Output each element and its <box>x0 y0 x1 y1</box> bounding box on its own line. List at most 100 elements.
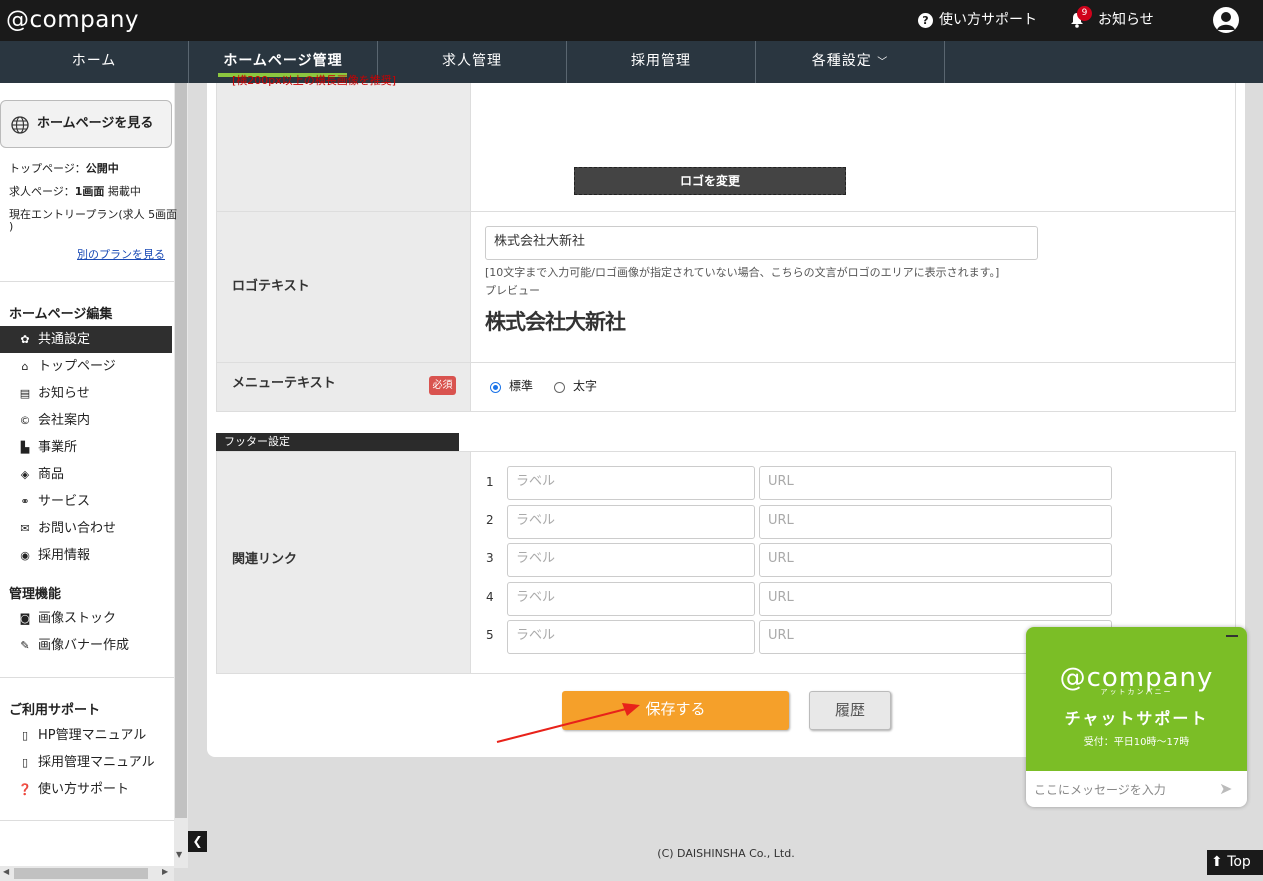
sidebar-item-recruitment[interactable]: ◉ 採用情報 <box>0 542 172 569</box>
scroll-right-arrow-icon[interactable]: ▶ <box>162 867 168 876</box>
sidebar-horizontal-scrollbar-thumb[interactable] <box>14 868 148 879</box>
question-icon: ❓ <box>18 783 32 796</box>
link-label-input-5[interactable]: ラベル <box>507 620 755 654</box>
job-page-status-value: 1画面 <box>74 185 105 198</box>
sidebar-item-services[interactable]: ⚭ サービス <box>0 488 172 515</box>
support-link[interactable]: ? 使い方サポート <box>918 0 1037 41</box>
sidebar-item-company-info[interactable]: © 会社案内 <box>0 407 172 434</box>
view-homepage-label: ホームページを見る <box>37 116 154 131</box>
sidebar-item-news[interactable]: ▤ お知らせ <box>0 380 172 407</box>
globe-icon <box>11 116 29 134</box>
factory-icon: ▙ <box>20 441 30 454</box>
sidebar-item-recruit-manual[interactable]: ▯ 採用管理マニュアル <box>0 749 172 776</box>
notification-count-badge: 9 <box>1077 6 1092 21</box>
copyright-text: (C) DAISHINSHA Co., Ltd. <box>657 847 795 860</box>
tab-settings[interactable]: 各種設定 ﹀ <box>756 41 945 83</box>
chat-widget[interactable]: @company アットカンパニー チャットサポート 受付：平日10時〜17時 … <box>1026 627 1247 807</box>
notifications-link[interactable]: お知らせ <box>1098 0 1154 41</box>
back-to-top-button[interactable]: ⬆ Top <box>1207 850 1263 875</box>
sidebar-item-top-page[interactable]: ⌂ トップページ <box>0 353 172 380</box>
sidebar-item-common-settings[interactable]: ✿ 共通設定 <box>0 326 172 353</box>
chat-message-input[interactable]: ここにメッセージを入力 <box>1034 781 1166 798</box>
current-plan-line1: 現在エントリープラン(求人 5画面 <box>9 208 178 221</box>
change-logo-button[interactable]: ロゴを変更 <box>574 167 846 195</box>
scroll-left-arrow-icon[interactable]: ◀ <box>3 867 9 876</box>
tab-recruitment-management[interactable]: 採用管理 <box>567 41 756 83</box>
link-url-input-2[interactable]: URL <box>759 505 1112 539</box>
sidebar-item-label: サービス <box>38 494 91 509</box>
sidebar-item-label: 画像ストック <box>38 611 117 626</box>
other-plan-link[interactable]: 別のプランを見る <box>77 246 165 262</box>
link-label-input-4[interactable]: ラベル <box>507 582 755 616</box>
sidebar-item-banner-create[interactable]: ✎ 画像バナー作成 <box>0 632 172 659</box>
tab-home[interactable]: ホーム <box>0 41 189 83</box>
cube-icon: ◈ <box>20 468 30 481</box>
top-label: Top <box>1227 854 1251 870</box>
logo-image-note: [横200px以上の横長画像を推奨] <box>232 74 397 86</box>
menu-text-radio-bold[interactable] <box>554 382 565 393</box>
job-page-status-suffix: 掲載中 <box>104 185 141 198</box>
handshake-icon: ⚭ <box>20 495 30 508</box>
logo-text-label: ロゴテキスト <box>216 211 471 363</box>
link-label-input-2[interactable]: ラベル <box>507 505 755 539</box>
sidebar-item-offices[interactable]: ▙ 事業所 <box>0 434 172 461</box>
admin-heading: 管理機能 <box>9 587 62 602</box>
company-logo[interactable]: @company <box>6 4 139 36</box>
home-icon: ⌂ <box>21 360 29 373</box>
link-row-number: 4 <box>486 590 494 604</box>
main-nav: ホーム ホームページ管理 求人管理 採用管理 各種設定 ﹀ <box>0 41 1263 83</box>
send-icon[interactable]: ➤ <box>1219 779 1232 798</box>
link-label-input-1[interactable]: ラベル <box>507 466 755 500</box>
sidebar-item-label: お知らせ <box>38 386 90 401</box>
chat-hours: 受付：平日10時〜17時 <box>1083 737 1190 748</box>
sidebar-item-hp-manual[interactable]: ▯ HP管理マニュアル <box>0 722 172 749</box>
sidebar-item-products[interactable]: ◈ 商品 <box>0 461 172 488</box>
logo-preview-text: 株式会社大新社 <box>485 310 626 334</box>
required-badge: 必須 <box>429 376 456 395</box>
copyright-icon: © <box>19 414 31 427</box>
tab-job-management[interactable]: 求人管理 <box>378 41 567 83</box>
history-button[interactable]: 履歴 <box>809 691 891 730</box>
pencil-icon: ✎ <box>20 639 30 652</box>
link-label-input-3[interactable]: ラベル <box>507 543 755 577</box>
sidebar-item-label: トップページ <box>38 359 116 374</box>
chat-logo-kana: アットカンパニー <box>1100 688 1173 696</box>
view-homepage-button[interactable]: ホームページを見る <box>0 100 172 148</box>
sidebar-item-label: 商品 <box>38 467 65 482</box>
related-links-label: 関連リンク <box>216 451 471 674</box>
sidebar-item-label: 使い方サポート <box>38 782 130 797</box>
annotation-arrow-icon <box>496 703 640 743</box>
logo-image-label-cell <box>216 83 471 212</box>
sidebar-item-contact[interactable]: ✉ お問い合わせ <box>0 515 172 542</box>
homepage-edit-heading: ホームページ編集 <box>9 307 113 322</box>
pdf-icon: ▯ <box>21 756 29 769</box>
link-row-number: 3 <box>486 551 494 565</box>
logo-text-input[interactable]: 株式会社大新社 <box>485 226 1038 260</box>
support-label: 使い方サポート <box>939 12 1037 28</box>
link-url-input-1[interactable]: URL <box>759 466 1112 500</box>
job-page-status: 求人ページ：1画面 掲載中 <box>9 183 141 199</box>
minimize-icon[interactable] <box>1226 635 1238 637</box>
preview-label: プレビュー <box>485 284 540 297</box>
sidebar-scrollbar-thumb[interactable] <box>175 83 187 818</box>
gear-icon: ✿ <box>20 333 30 346</box>
newspaper-icon: ▤ <box>19 387 31 400</box>
sidebar-item-usage-support[interactable]: ❓ 使い方サポート <box>0 776 172 803</box>
sidebar-item-image-stock[interactable]: ◙ 画像ストック <box>0 605 172 632</box>
menu-text-radio-standard[interactable] <box>490 382 501 393</box>
user-avatar-icon[interactable] <box>1213 7 1239 33</box>
link-url-input-4[interactable]: URL <box>759 582 1112 616</box>
sidebar-item-label: 画像バナー作成 <box>38 638 130 653</box>
envelope-icon: ✉ <box>20 522 30 535</box>
top-page-status-label: トップページ： <box>9 162 86 175</box>
arrow-up-icon: ⬆ <box>1211 854 1223 870</box>
link-url-input-3[interactable]: URL <box>759 543 1112 577</box>
current-plan-line2: ) <box>9 220 14 233</box>
menu-text-option-standard[interactable]: 標準 <box>509 377 533 394</box>
sidebar-item-label: 共通設定 <box>38 332 91 347</box>
menu-text-option-bold[interactable]: 太字 <box>573 377 597 394</box>
logo-text-note: [10文字まで入力可能/ロゴ画像が指定されていない場合、こちらの文言がロゴのエリ… <box>485 266 1000 279</box>
tab-settings-label: 各種設定 <box>811 53 872 69</box>
link-row-number: 1 <box>486 475 494 489</box>
chat-header <box>1026 627 1247 771</box>
